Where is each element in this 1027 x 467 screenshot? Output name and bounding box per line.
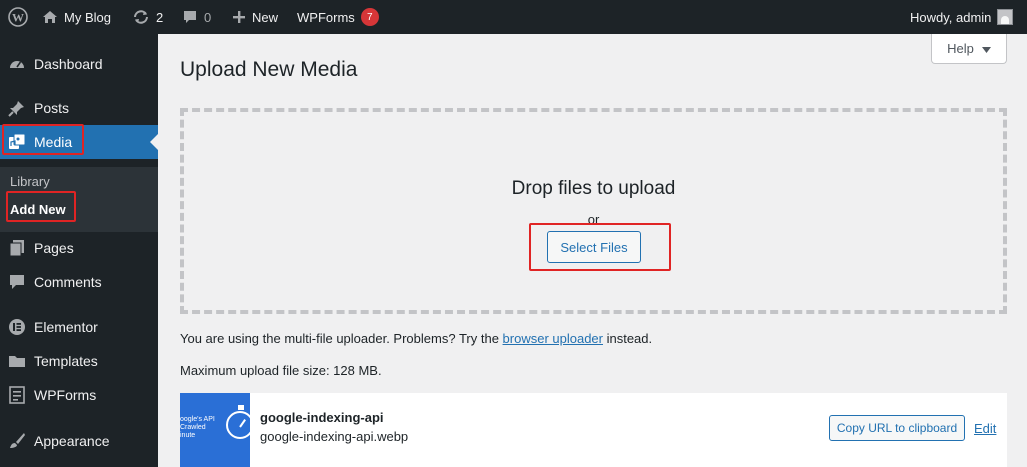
menu-label: Appearance	[34, 433, 110, 449]
browser-uploader-link[interactable]: browser uploader	[503, 331, 603, 346]
comments-count: 0	[204, 9, 212, 25]
drop-zone[interactable]: Drop files to upload or Select Files	[180, 108, 1007, 314]
avatar	[997, 9, 1014, 25]
home-icon	[42, 9, 58, 25]
menu-item-pages[interactable]: Pages	[0, 231, 158, 265]
dashboard-icon	[8, 55, 26, 73]
highlight-box-add-new	[6, 191, 76, 222]
file-name: google-indexing-api.webp	[260, 429, 409, 444]
stopwatch-icon	[226, 411, 250, 439]
media-thumbnail: oogle's API Crawled inute	[180, 393, 250, 467]
paintbrush-icon	[8, 432, 26, 450]
menu-item-elementor[interactable]: Elementor	[0, 310, 158, 344]
updates-icon	[132, 8, 150, 26]
site-name: My Blog	[64, 9, 111, 25]
help-button[interactable]: Help	[931, 34, 1007, 64]
elementor-icon	[8, 318, 26, 336]
howdy-text: Howdy, admin	[910, 9, 992, 25]
pin-icon	[8, 99, 26, 117]
help-label: Help	[947, 41, 974, 56]
new-label: New	[252, 9, 279, 25]
admin-sidebar: Dashboard Posts Media Library Add New Pa…	[0, 34, 158, 467]
file-title: google-indexing-api	[260, 410, 384, 425]
wpforms-adminbar-link[interactable]: WPForms 7	[297, 0, 379, 34]
highlight-box-media	[2, 124, 84, 155]
pages-icon	[8, 239, 26, 257]
stopwatch-knob	[238, 405, 244, 410]
uploader-info: You are using the multi-file uploader. P…	[180, 331, 652, 346]
menu-label: Templates	[34, 353, 98, 369]
edit-link[interactable]: Edit	[974, 421, 996, 436]
page-title: Upload New Media	[180, 58, 358, 81]
updates-count: 2	[156, 9, 164, 25]
plus-icon	[232, 10, 246, 24]
menu-label: Elementor	[34, 319, 98, 335]
menu-item-templates[interactable]: Templates	[0, 344, 158, 378]
wordpress-logo-icon[interactable]: W	[8, 0, 28, 34]
copy-url-button[interactable]: Copy URL to clipboard	[829, 415, 965, 441]
site-name-link[interactable]: My Blog	[42, 0, 111, 34]
drop-title: Drop files to upload	[511, 178, 676, 199]
comment-bubble-icon	[182, 9, 198, 25]
comments-icon	[8, 273, 26, 291]
caret-down-icon	[981, 41, 991, 56]
submenu-library[interactable]: Library	[10, 174, 50, 189]
menu-label: Comments	[34, 274, 102, 290]
menu-item-posts[interactable]: Posts	[0, 91, 158, 125]
max-upload-size: Maximum upload file size: 128 MB.	[180, 363, 382, 378]
current-arrow	[150, 134, 158, 150]
menu-label: Dashboard	[34, 56, 103, 72]
menu-label: Posts	[34, 100, 70, 116]
updates-link[interactable]: 2	[132, 0, 163, 34]
svg-text:W: W	[12, 11, 24, 25]
thumbnail-text: oogle's API Crawled inute	[180, 416, 215, 439]
wpforms-icon	[8, 386, 26, 404]
menu-label: Pages	[34, 240, 74, 256]
uploader-text-after: instead.	[602, 331, 653, 346]
wpforms-count-badge: 7	[360, 8, 379, 26]
menu-item-comments[interactable]: Comments	[0, 265, 158, 299]
menu-label: WPForms	[34, 387, 97, 403]
menu-item-appearance[interactable]: Appearance	[0, 424, 158, 458]
my-account-link[interactable]: Howdy, admin	[910, 0, 1014, 34]
admin-bar: W My Blog 2 0 New WPForms 7 Howdy, admin	[0, 0, 1027, 34]
comments-link[interactable]: 0	[182, 0, 211, 34]
uploader-text-before: You are using the multi-file uploader. P…	[180, 331, 503, 346]
wpforms-label: WPForms	[297, 9, 355, 25]
menu-item-wpforms[interactable]: WPForms	[0, 378, 158, 412]
folder-icon	[8, 352, 26, 370]
new-content-link[interactable]: New	[232, 0, 278, 34]
menu-item-dashboard[interactable]: Dashboard	[0, 47, 158, 81]
media-item: oogle's API Crawled inute google-indexin…	[180, 393, 1007, 467]
highlight-box-select-files	[529, 223, 671, 271]
